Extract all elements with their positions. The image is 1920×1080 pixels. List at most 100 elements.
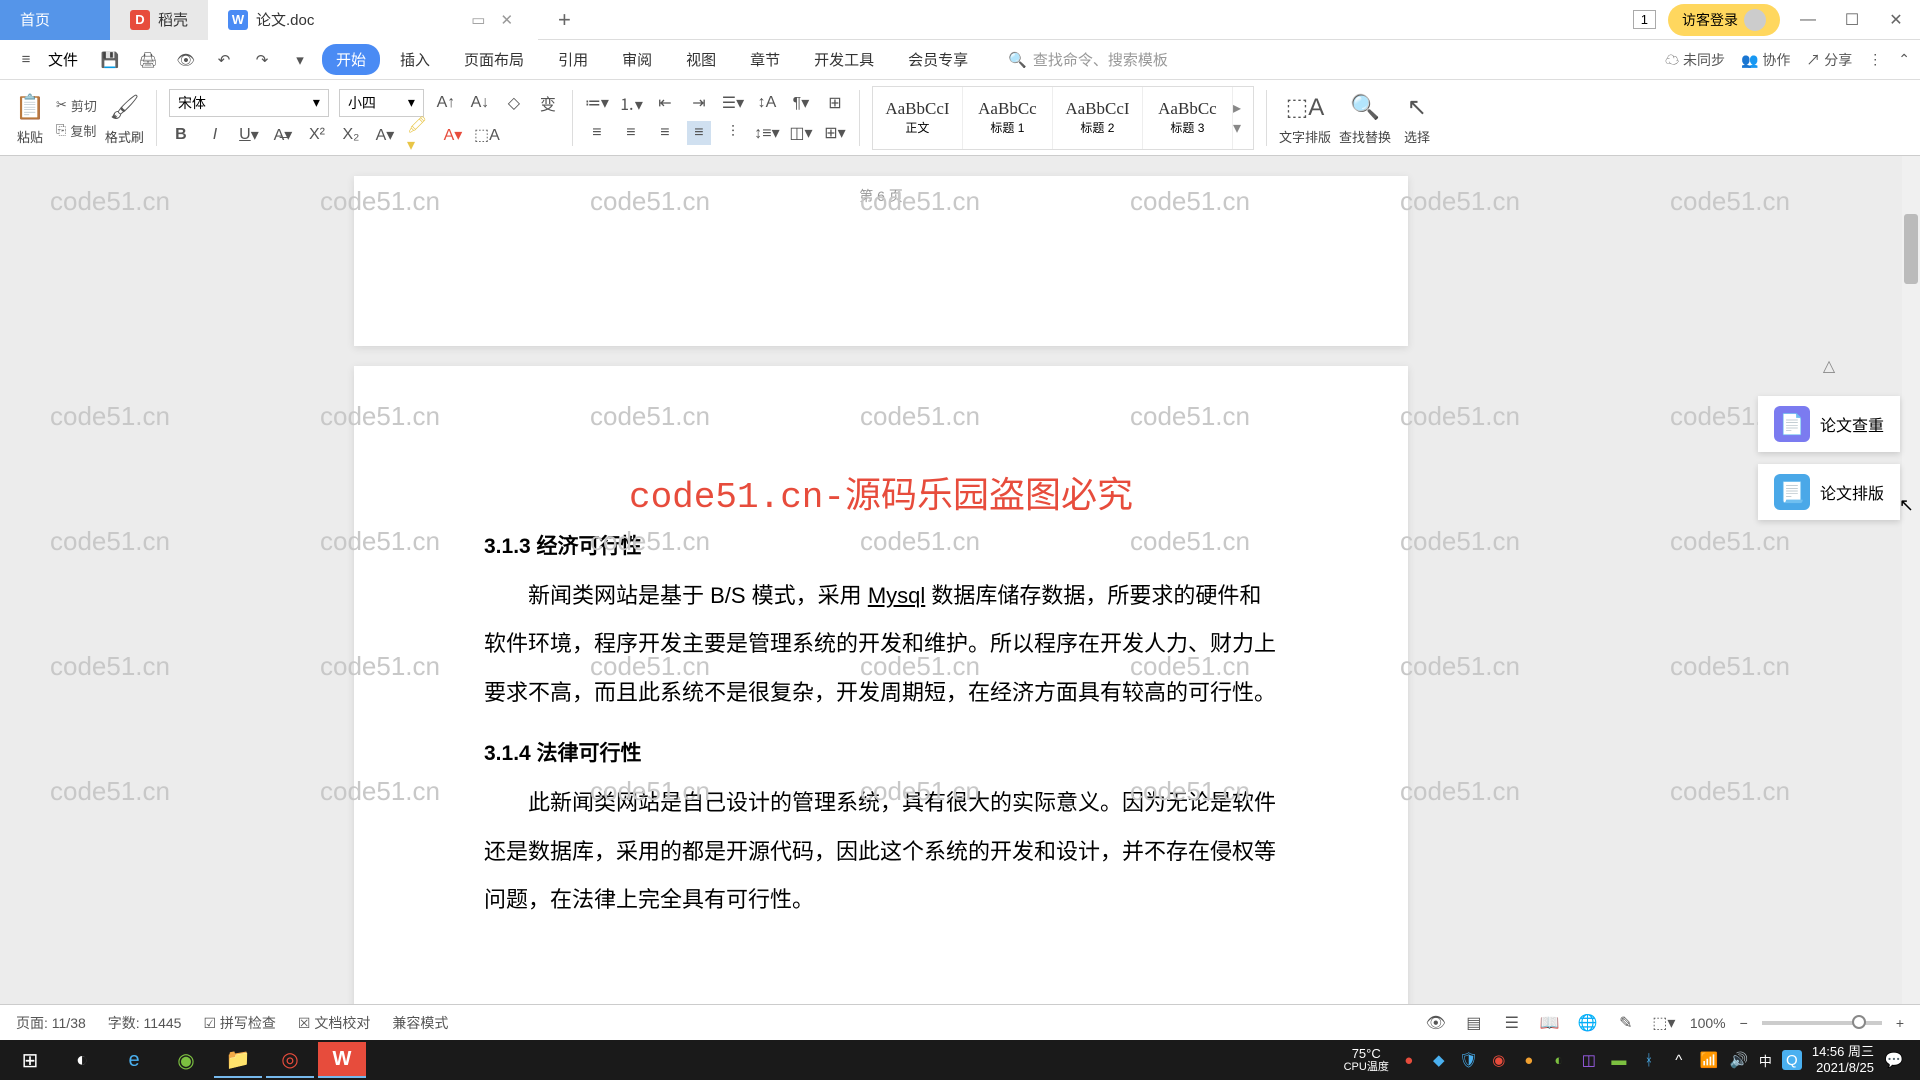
clear-format-icon[interactable]: ◇ [502, 91, 526, 115]
decrease-indent-icon[interactable]: ⇤ [653, 91, 677, 115]
paper-layout-button[interactable]: 📃 论文排版 [1758, 464, 1900, 520]
word-count[interactable]: 字数: 11445 [108, 1013, 182, 1033]
style-h1[interactable]: AaBbCc标题 1 [963, 87, 1053, 149]
print-icon[interactable]: 🖨 [132, 44, 164, 76]
tray-icon-4[interactable]: ◉ [1489, 1050, 1509, 1070]
tab-home[interactable]: 首页 [0, 0, 110, 40]
tab-marker-icon[interactable]: ⊞ [823, 91, 847, 115]
tray-icon-1[interactable]: ● [1399, 1050, 1419, 1070]
new-tab-button[interactable]: + [538, 7, 591, 33]
guest-login-button[interactable]: 访客登录 [1668, 4, 1780, 36]
page-indicator[interactable]: 页面: 11/38 [16, 1013, 86, 1033]
app-icon[interactable]: ◎ [266, 1042, 314, 1078]
view-web-icon[interactable]: 🌐 [1576, 1011, 1600, 1035]
sort-icon[interactable]: ↕A [755, 91, 779, 115]
tab-docao[interactable]: D 稻壳 [110, 0, 208, 40]
scroll-thumb[interactable] [1904, 214, 1918, 284]
shading-icon[interactable]: ◫▾ [789, 121, 813, 145]
coop-button[interactable]: 👥 协作 [1741, 50, 1790, 70]
print-preview-icon[interactable]: 👁 [170, 44, 202, 76]
save-icon[interactable]: 💾 [94, 44, 126, 76]
wifi-icon[interactable]: 📶 [1699, 1050, 1719, 1070]
paper-check-button[interactable]: 📄 论文查重 [1758, 396, 1900, 452]
highlight-icon[interactable]: 🖍▾ [407, 123, 431, 147]
italic-icon[interactable]: I [203, 123, 227, 147]
tray-icon-3[interactable]: 🛡 [1459, 1050, 1479, 1070]
ie-icon[interactable]: e [110, 1042, 158, 1078]
hamburger-icon[interactable]: ≡ [10, 44, 42, 76]
browser-tray-icon[interactable]: Q [1782, 1050, 1802, 1070]
zoom-in-icon[interactable]: + [1896, 1015, 1904, 1031]
align-right-icon[interactable]: ≡ [653, 121, 677, 145]
tray-up-icon[interactable]: ^ [1669, 1050, 1689, 1070]
style-normal[interactable]: AaBbCcI正文 [873, 87, 963, 149]
bluetooth-icon[interactable]: ᚼ [1639, 1050, 1659, 1070]
cpu-temp[interactable]: 75°C [1344, 1047, 1389, 1061]
ime-indicator[interactable]: 中 [1759, 1051, 1772, 1070]
volume-icon[interactable]: 🔊 [1729, 1050, 1749, 1070]
tab-window-icon[interactable]: ▭ [471, 11, 485, 29]
style-h3[interactable]: AaBbCc标题 3 [1143, 87, 1233, 149]
underline-icon[interactable]: U▾ [237, 123, 261, 147]
copy-button[interactable]: ⎘ 复制 [56, 121, 97, 140]
menu-review[interactable]: 审阅 [608, 44, 666, 75]
bullet-list-icon[interactable]: ≔▾ [585, 91, 609, 115]
spell-check[interactable]: ☑ 拼写检查 [203, 1013, 275, 1033]
cortana-icon[interactable]: ◐ [58, 1042, 106, 1078]
menu-view[interactable]: 视图 [672, 44, 730, 75]
more-icon[interactable]: ⋮ [1868, 51, 1882, 68]
align-justify-icon[interactable]: ≡ [687, 121, 711, 145]
menu-dev-tools[interactable]: 开发工具 [800, 44, 888, 75]
superscript-icon[interactable]: X² [305, 123, 329, 147]
undo-icon[interactable]: ↶ [208, 44, 240, 76]
doc-proof[interactable]: ☒ 文档校对 [298, 1013, 370, 1033]
tray-icon-5[interactable]: ● [1519, 1050, 1539, 1070]
strike-icon[interactable]: A̶▾ [271, 123, 295, 147]
maximize-button[interactable]: ☐ [1836, 10, 1868, 30]
view-outline-icon[interactable]: ☰ [1500, 1011, 1524, 1035]
bold-icon[interactable]: B [169, 123, 193, 147]
collapse-panel-icon[interactable]: △ [1758, 356, 1900, 376]
font-size-select[interactable]: 小四▾ [339, 89, 424, 117]
cut-button[interactable]: ✂ 剪切 [56, 96, 97, 115]
menu-insert[interactable]: 插入 [386, 44, 444, 75]
menu-chapter[interactable]: 章节 [736, 44, 794, 75]
style-gallery[interactable]: AaBbCcI正文 AaBbCc标题 1 AaBbCcI标题 2 AaBbCc标… [872, 86, 1254, 150]
font-select[interactable]: 宋体▾ [169, 89, 329, 117]
tab-document[interactable]: W 论文.doc ▭ ✕ [208, 0, 538, 40]
grow-font-icon[interactable]: A↑ [434, 91, 458, 115]
explorer-icon[interactable]: 📁 [214, 1042, 262, 1078]
show-marks-icon[interactable]: ¶▾ [789, 91, 813, 115]
wps-icon[interactable]: W [318, 1042, 366, 1078]
border-icon[interactable]: ⊞▾ [823, 121, 847, 145]
notification-icon[interactable]: 💬 [1884, 1050, 1904, 1070]
window-count-badge[interactable]: 1 [1633, 10, 1656, 29]
font-color-icon[interactable]: A▾ [441, 123, 465, 147]
close-button[interactable]: ✕ [1880, 10, 1912, 30]
zoom-out-icon[interactable]: − [1740, 1015, 1748, 1031]
number-list-icon[interactable]: ⒈▾ [619, 91, 643, 115]
line-spacing-icon[interactable]: ↕≡▾ [755, 121, 779, 145]
browser-icon[interactable]: ◉ [162, 1042, 210, 1078]
fit-icon[interactable]: ⬚▾ [1652, 1011, 1676, 1035]
text-effect-icon[interactable]: A▾ [373, 123, 397, 147]
tray-icon-8[interactable]: ▬ [1609, 1050, 1629, 1070]
collapse-ribbon-icon[interactable]: ⌃ [1898, 51, 1910, 68]
text-layout-button[interactable]: ⬚A 文字排版 [1279, 89, 1331, 146]
align-center-icon[interactable]: ≡ [619, 121, 643, 145]
command-search[interactable]: 🔍 查找命令、搜索模板 [1008, 49, 1168, 70]
vertical-scrollbar[interactable] [1902, 156, 1920, 1004]
align-left-icon[interactable]: ≡ [585, 121, 609, 145]
document-canvas[interactable]: 第 6 页 code51.cn-源码乐园盗图必究 3.1.3 经济可行性 新闻类… [0, 156, 1920, 1040]
menu-member[interactable]: 会员专享 [894, 44, 982, 75]
subscript-icon[interactable]: X₂ [339, 123, 363, 147]
char-border-icon[interactable]: ⬚A [475, 123, 499, 147]
unsync-status[interactable]: ☁ 未同步 [1665, 50, 1725, 70]
file-menu[interactable]: 文件 [48, 49, 78, 70]
increase-indent-icon[interactable]: ⇥ [687, 91, 711, 115]
view-read-icon[interactable]: 📖 [1538, 1011, 1562, 1035]
view-page-icon[interactable]: ▤ [1462, 1011, 1486, 1035]
zoom-slider[interactable] [1762, 1021, 1882, 1025]
select-button[interactable]: ↖ 选择 [1399, 89, 1435, 146]
zoom-level[interactable]: 100% [1690, 1015, 1726, 1031]
